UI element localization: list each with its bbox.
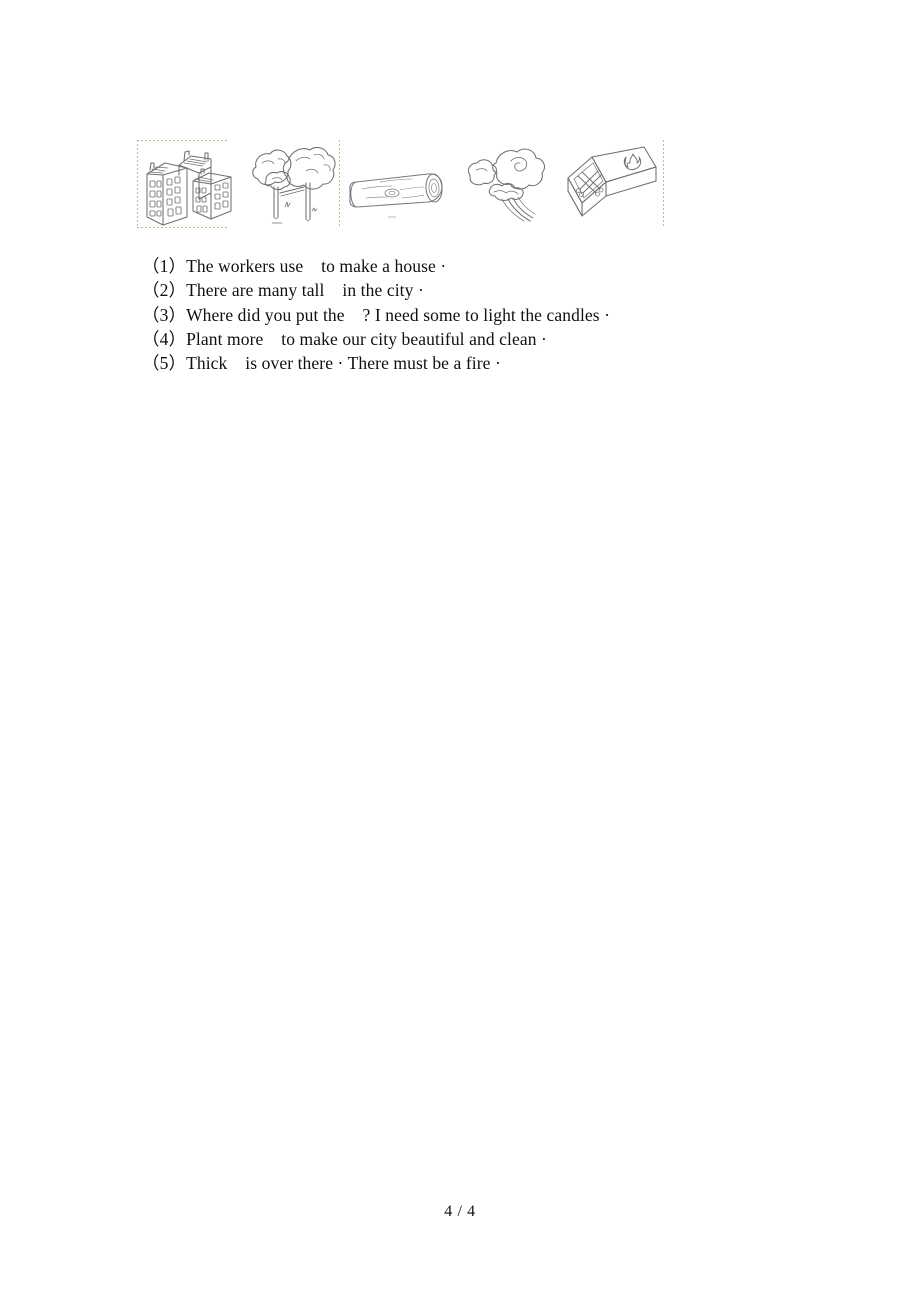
question-line: （4）Plant more to make our city beautiful…: [142, 327, 782, 351]
question-number: （5）: [142, 353, 187, 374]
illustration-wood-log: [341, 140, 453, 228]
question-number: （1）: [142, 256, 187, 276]
illustration-buildings: [137, 140, 241, 228]
page-number: 4 / 4: [444, 1203, 476, 1220]
question-text: Plant more to make our city beautiful an…: [186, 328, 547, 349]
question-line: （1）The workers use to make a house ·: [142, 254, 782, 278]
question-number: （3）: [142, 304, 187, 325]
illustration-matchbox: [559, 140, 664, 228]
illustration-trees: [241, 140, 341, 228]
illustration-smoke: [453, 140, 559, 228]
question-text: Thick is over there · There must be a fi…: [186, 353, 501, 374]
illustration-row: [137, 140, 664, 228]
question-number: （4）: [142, 328, 187, 349]
question-line: （5）Thick is over there · There must be a…: [142, 351, 782, 375]
question-text: Where did you put the ? I need some to l…: [186, 304, 611, 325]
question-line: （3）Where did you put the ? I need some t…: [142, 303, 782, 327]
question-number: （2）: [142, 280, 187, 301]
worksheet-page: （1）The workers use to make a house · （2）…: [0, 0, 920, 1302]
question-list: （1）The workers use to make a house · （2）…: [142, 254, 782, 375]
question-text: There are many tall in the city ·: [186, 280, 424, 301]
question-line: （2）There are many tall in the city ·: [142, 278, 782, 302]
question-text: The workers use to make a house ·: [186, 256, 447, 276]
